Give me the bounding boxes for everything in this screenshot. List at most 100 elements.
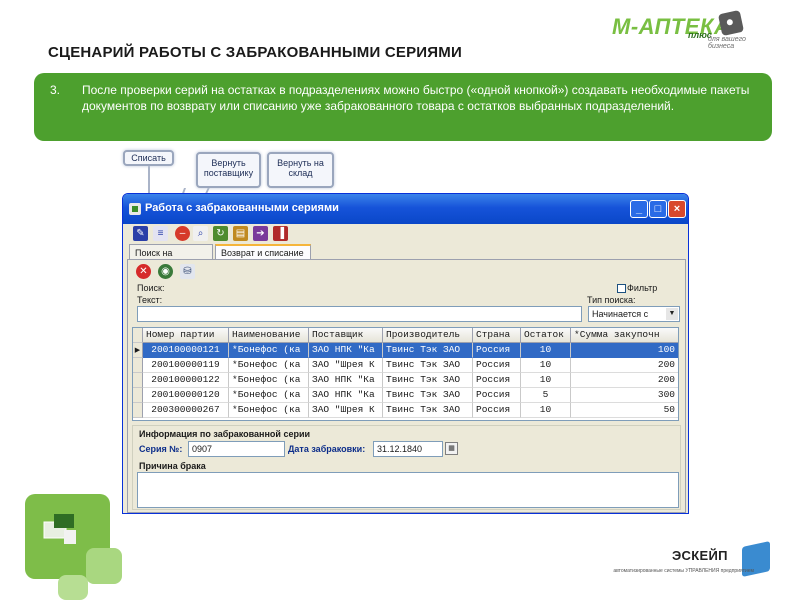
table-cell: *Бонефос (ка [229,373,309,388]
table-cell: ЗАО НПК "Ка [309,373,383,388]
table-header: Номер партии Наименование Поставщик Прои… [133,328,678,343]
table-row[interactable]: 200100000119 *Бонефос (ка ЗАО "Шрея К Тв… [133,358,678,373]
m-apteka-logo: М-АПТЕКА плюс для вашего бизнеса [612,9,772,54]
search-type-value: Начинается с [592,309,649,319]
table-cell: Твинс Тэк ЗАО [383,388,473,403]
refresh-icon[interactable]: ↻ [213,226,228,241]
callout-write-off: Списать [123,150,174,166]
eskeip-subtitle: автоматизированные системы УПРАВЛЕНИЯ пр… [613,568,754,574]
table-cell: ЗАО НПК "Ка [309,343,383,358]
find-icon[interactable]: ⌕ [193,226,208,241]
filter-checkbox[interactable] [617,284,626,293]
callout-return-warehouse: Вернуть на склад [267,152,334,188]
row-indicator [133,358,143,373]
description-box: 3. После проверки серий на остатках в по… [34,73,772,141]
app-window: Работа с забракованными сериями _ □ × ✎ … [122,193,689,514]
table-cell: ЗАО "Шрея К [309,403,383,418]
header-indicator [133,328,143,343]
column-header[interactable]: Страна [473,328,521,343]
return-supplier-icon[interactable]: ◉ [158,264,173,279]
defect-reason-field[interactable] [137,472,679,508]
search-type-select[interactable]: Начинается с ▼ [588,306,680,322]
edit-icon[interactable]: ✎ [133,226,148,241]
print-icon[interactable]: ▤ [233,226,248,241]
table-row[interactable]: 200100000122 *Бонефос (ка ЗАО НПК "Ка Тв… [133,373,678,388]
info-group-label: Информация по забракованной серии [139,429,311,439]
pharmacy-box-icon [43,514,76,544]
series-info-group: Информация по забракованной серии Серия … [132,425,681,510]
row-indicator [133,388,143,403]
panel-toolbar: ✕ ◉ ⛁ [136,264,216,282]
search-group: Поиск: Фильтр Текст: Тип поиска: Начинае… [132,283,682,323]
table-cell: Твинс Тэк ЗАО [383,373,473,388]
list-icon[interactable]: ≡ [153,226,168,241]
search-input[interactable] [137,306,582,322]
table-cell: 100 [571,343,678,358]
table-cell: 200100000122 [143,373,229,388]
defect-reason-label: Причина брака [139,461,206,471]
table-cell: *Бонефос (ка [229,388,309,403]
column-header[interactable]: *Сумма закупочн [571,328,678,343]
table-cell: Твинс Тэк ЗАО [383,343,473,358]
series-number-label: Серия №: [139,444,183,454]
search-group-label: Поиск: [137,283,165,293]
table-cell: 200 [571,358,678,373]
series-number-field[interactable]: 0907 [188,441,285,457]
table-cell: *Бонефос (ка [229,403,309,418]
table-cell: 200100000120 [143,388,229,403]
decorative-square-tiny [58,575,88,600]
window-title: Работа с забракованными сериями [145,202,339,214]
return-warehouse-icon[interactable]: ⛁ [180,264,195,279]
table-cell: Твинс Тэк ЗАО [383,358,473,373]
table-cell: Россия [473,373,521,388]
table-row[interactable]: 200100000120 *Бонефос (ка ЗАО НПК "Ка Тв… [133,388,678,403]
window-titlebar[interactable]: Работа с забракованными сериями _ □ × [123,194,688,224]
table-cell: 200100000119 [143,358,229,373]
table-cell: 10 [521,358,571,373]
table-cell: 200100000121 [143,343,229,358]
table-cell: ЗАО "Шрея К [309,358,383,373]
table-cell: 300 [571,388,678,403]
tab-search-stock[interactable]: Поиск на остатках [129,244,213,268]
chevron-down-icon[interactable]: ▼ [666,308,678,320]
search-type-label: Тип поиска: [587,295,636,305]
slide-title: СЦЕНАРИЙ РАБОТЫ С ЗАБРАКОВАННЫМИ СЕРИЯМИ [48,44,462,61]
exit-icon[interactable]: ▐ [273,226,288,241]
callout-return-supplier: Вернуть поставщику [196,152,261,188]
table-cell: 200 [571,373,678,388]
tab-return-writeoff[interactable]: Возврат и списание [215,244,311,260]
stop-icon[interactable]: – [175,226,190,241]
table-cell: Россия [473,388,521,403]
write-off-icon[interactable]: ✕ [136,264,151,279]
maximize-button[interactable]: □ [649,200,667,218]
minimize-button[interactable]: _ [630,200,648,218]
table-cell: Россия [473,343,521,358]
table-row[interactable]: ▶ 200100000121 *Бонефос (ка ЗАО НПК "Ка … [133,343,678,358]
decorative-square-small [86,548,122,584]
logo-tagline: для вашего бизнеса [708,36,746,50]
table-cell: *Бонефос (ка [229,343,309,358]
eskeip-logo-text: ЭСКЕЙП [672,548,728,563]
table-cell: ЗАО НПК "Ка [309,388,383,403]
dice-icon [717,9,745,37]
reject-date-field[interactable]: 31.12.1840 [373,441,443,457]
column-header[interactable]: Остаток [521,328,571,343]
search-text-label: Текст: [137,295,163,305]
column-header[interactable]: Наименование [229,328,309,343]
row-indicator: ▶ [133,343,143,358]
slide: М-АПТЕКА плюс для вашего бизнеса СЦЕНАРИ… [0,0,800,600]
tab-bar: Поиск на остатках Возврат и списание [127,244,687,268]
table-row[interactable]: 200300000267 *Бонефос (ка ЗАО "Шрея К Тв… [133,403,678,418]
close-button[interactable]: × [668,200,686,218]
table-cell: Россия [473,358,521,373]
column-header[interactable]: Производитель [383,328,473,343]
tab-panel: ✕ ◉ ⛁ Поиск: Фильтр Текст: Тип поиска: Н… [127,259,686,513]
calendar-icon[interactable]: ▦ [445,442,458,455]
reject-date-label: Дата забраковки: [288,444,366,454]
column-header[interactable]: Номер партии [143,328,229,343]
row-indicator [133,373,143,388]
column-header[interactable]: Поставщик [309,328,383,343]
export-icon[interactable]: ➔ [253,226,268,241]
table-cell: 200300000267 [143,403,229,418]
table-cell: 50 [571,403,678,418]
